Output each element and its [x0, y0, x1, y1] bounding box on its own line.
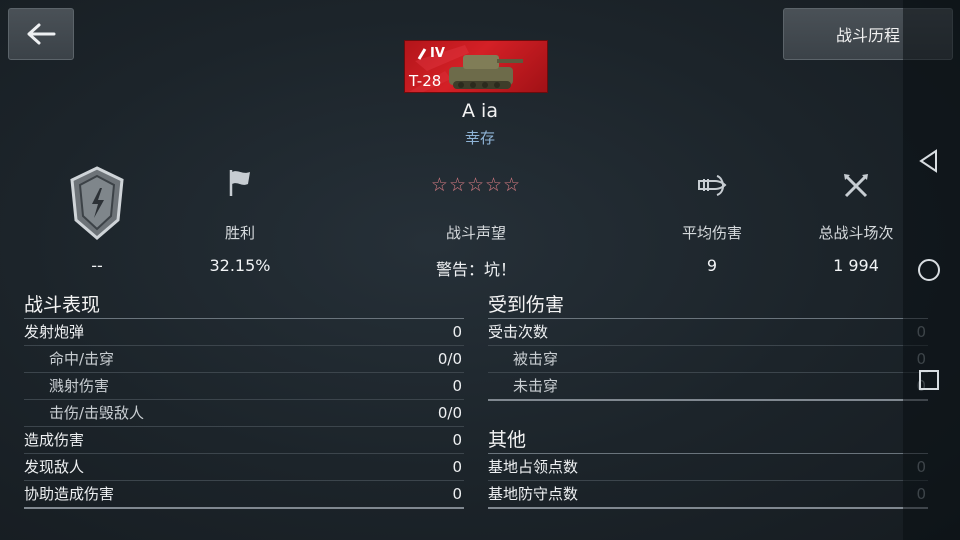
shell-icon [690, 170, 734, 200]
back-button[interactable] [8, 8, 74, 60]
table-row: 被击穿 0 [488, 346, 928, 373]
row-value: 0 [452, 431, 462, 449]
avg-damage-label: 平均伤害 [681, 224, 742, 242]
vehicle-name: T-28 [409, 72, 442, 90]
vehicle-tier: IV [417, 46, 445, 61]
table-row: 击伤/击毁敌人 0/0 [24, 400, 464, 427]
battle-history-label: 战斗历程 [835, 26, 900, 45]
other-title: 其他 [488, 427, 928, 454]
table-row: 协助造成伤害 0 [24, 481, 464, 509]
table-row: 造成伤害 0 [24, 427, 464, 454]
row-label: 命中/击穿 [49, 350, 115, 368]
rating-value: -- [91, 256, 103, 275]
reputation-label: 战斗声望 [445, 224, 506, 242]
row-label: 受击次数 [488, 323, 549, 341]
table-row: 发射炮弹 0 [24, 319, 464, 346]
row-label: 被击穿 [513, 350, 559, 368]
row-value: 0/0 [437, 404, 462, 422]
tier-chevron-icon [417, 47, 427, 60]
row-value: 0 [452, 323, 462, 341]
row-value: 0/0 [437, 350, 462, 368]
vehicle-banner: IV T-28 [404, 40, 548, 93]
table-row: 命中/击穿 0/0 [24, 346, 464, 373]
table-row: 基地防守点数 0 [488, 481, 928, 509]
table-row: 发现敌人 0 [24, 454, 464, 481]
row-label: 协助造成伤害 [24, 485, 115, 503]
reputation-value: 警告：坑！ [435, 260, 516, 279]
reputation-stars: ☆☆☆☆☆ [430, 174, 522, 196]
row-value: 0 [452, 377, 462, 395]
received-damage-panel: 受到伤害 受击次数 0 被击穿 0 未击穿 0 其他 基地占领点数 0 基地防守… [488, 292, 928, 509]
player-name: A ia [462, 100, 498, 122]
table-row: 受击次数 0 [488, 319, 928, 346]
row-label: 发射炮弹 [24, 323, 85, 341]
combat-performance-title: 战斗表现 [24, 292, 464, 319]
row-label: 发现敌人 [24, 458, 85, 476]
avg-damage-value: 9 [706, 256, 718, 275]
nav-back-icon[interactable] [916, 148, 942, 178]
win-rate-label: 胜利 [224, 224, 255, 242]
row-label: 基地占领点数 [488, 458, 579, 476]
row-label: 击伤/击毁敌人 [49, 404, 145, 422]
table-row: 基地占领点数 0 [488, 454, 928, 481]
rating-badge-icon [66, 164, 128, 242]
stars-icon: ☆☆☆☆☆ [400, 174, 552, 196]
row-label: 未击穿 [513, 377, 559, 395]
table-row: 溅射伤害 0 [24, 373, 464, 400]
vehicle-tier-label: IV [430, 46, 445, 61]
row-value: 0 [452, 458, 462, 476]
row-label: 造成伤害 [24, 431, 85, 449]
table-row: 未击穿 0 [488, 373, 928, 401]
arrow-left-icon [27, 23, 56, 45]
nav-recents-icon[interactable] [916, 367, 942, 397]
total-battles-label: 总战斗场次 [818, 224, 894, 242]
flag-icon [218, 168, 262, 198]
combat-performance-panel: 战斗表现 发射炮弹 0 命中/击穿 0/0 溅射伤害 0 击伤/击毁敌人 0/0… [24, 292, 464, 509]
received-damage-title: 受到伤害 [488, 292, 928, 319]
row-label: 基地防守点数 [488, 485, 579, 503]
row-label: 溅射伤害 [49, 377, 110, 395]
nav-home-icon[interactable] [916, 257, 942, 287]
total-battles-value: 1 994 [833, 256, 879, 275]
crossed-swords-icon [834, 172, 878, 200]
row-value: 0 [452, 485, 462, 503]
win-rate-value: 32.15% [209, 256, 271, 275]
survival-status: 幸存 [464, 129, 495, 147]
